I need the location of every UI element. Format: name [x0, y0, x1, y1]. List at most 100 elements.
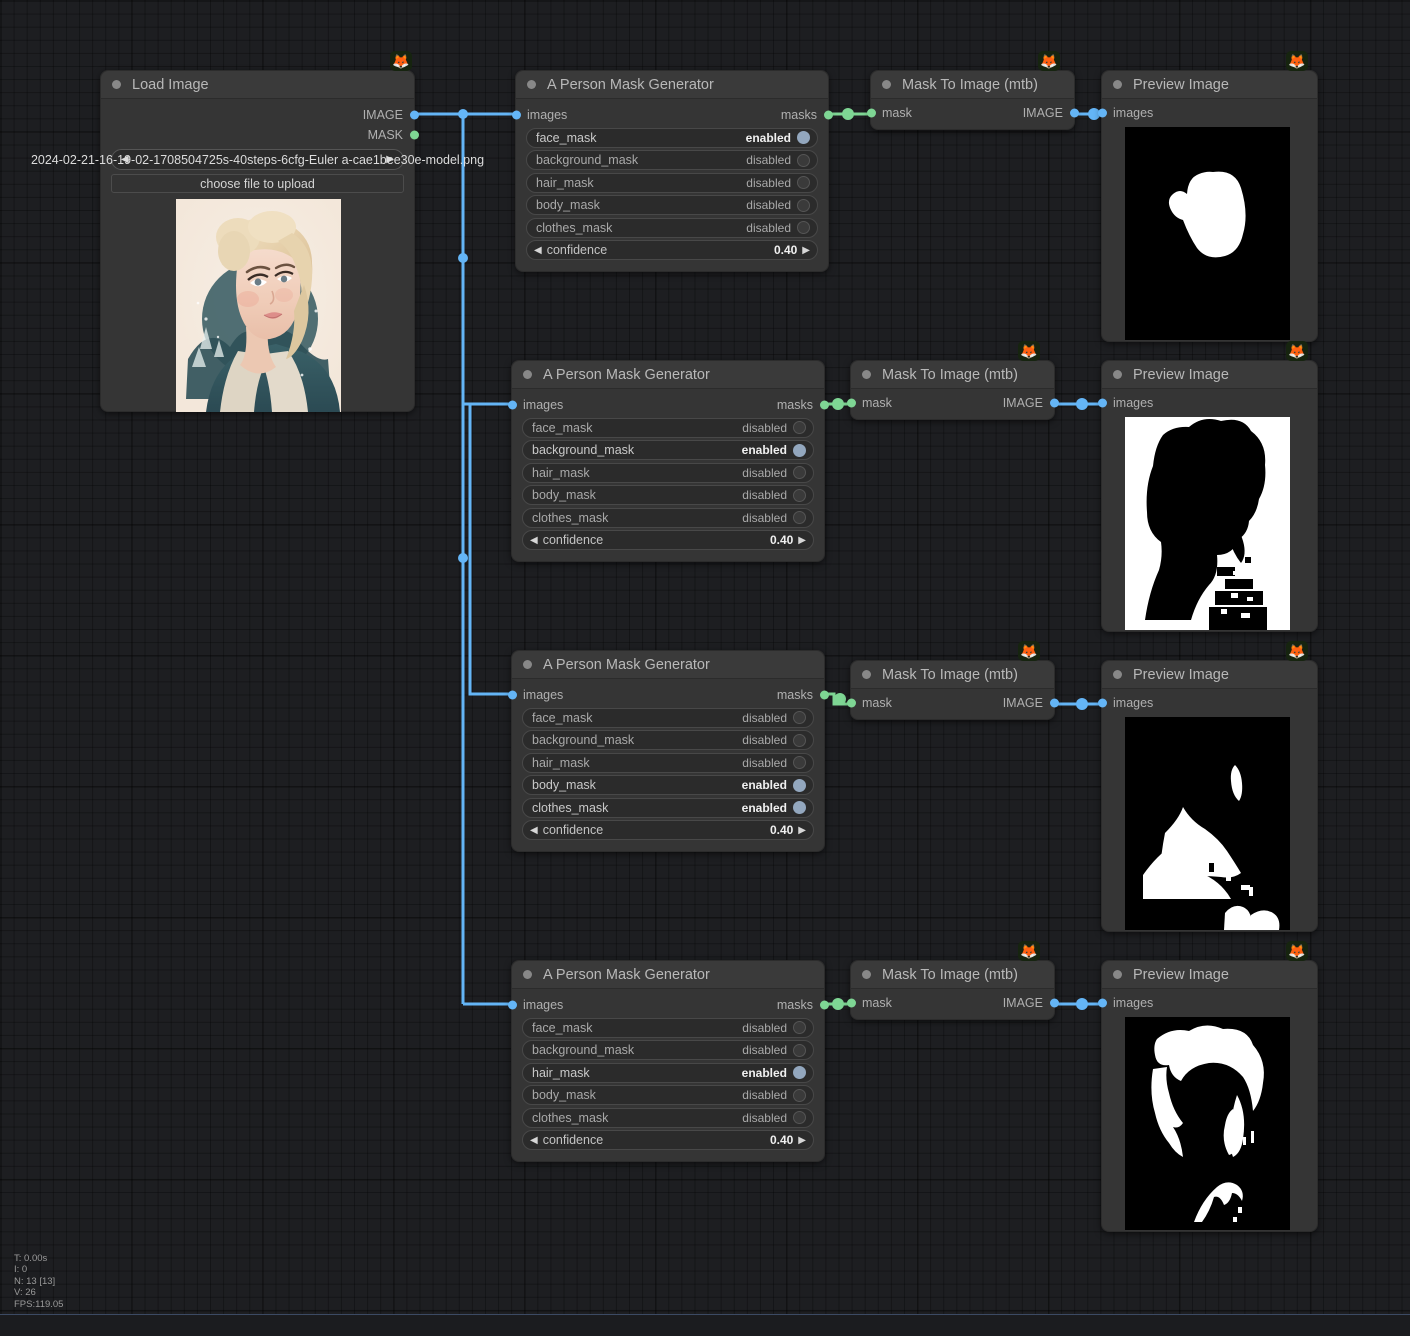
toggle-knob-icon[interactable]	[797, 131, 810, 144]
toggle-knob-icon[interactable]	[793, 1088, 806, 1102]
confidence-increment-icon[interactable]: ▶	[802, 245, 810, 256]
node-mask-to-image-hair[interactable]: Mask To Image (mtb) mask IMAGE	[846, 960, 1059, 1020]
widget-hair-mask[interactable]: hair_mask disabled	[522, 752, 814, 773]
image-filename-combo[interactable]: ◀ 2024-02-21-16-19-02-1708504725s-40step…	[31, 149, 484, 170]
node-collapse-icon[interactable]	[862, 370, 871, 379]
widget-confidence[interactable]: ◀ confidence 0.40 ▶	[522, 820, 814, 840]
widget-clothes-mask[interactable]: clothes_mask disabled	[522, 507, 814, 528]
widget-body-mask[interactable]: body_mask disabled	[522, 485, 814, 505]
prev-image-arrow-icon[interactable]: ◀	[121, 154, 129, 165]
toggle-knob-icon[interactable]	[793, 733, 806, 747]
widget-clothes-mask[interactable]: clothes_mask enabled	[522, 797, 814, 818]
next-image-arrow-icon[interactable]: ▶	[386, 154, 394, 165]
port-in-images[interactable]	[1097, 698, 1107, 708]
port-in-images[interactable]	[1097, 108, 1107, 118]
node-person-mask-generator-background[interactable]: A Person Mask Generator images masks fac…	[507, 360, 829, 562]
confidence-decrement-icon[interactable]: ◀	[534, 245, 542, 256]
node-mask-to-image-face[interactable]: Mask To Image (mtb) mask IMAGE	[866, 70, 1079, 130]
node-title-bar[interactable]: A Person Mask Generator	[512, 961, 824, 989]
widget-confidence[interactable]: ◀ confidence 0.40 ▶	[522, 1130, 814, 1150]
port-out-image[interactable]	[1049, 398, 1059, 408]
confidence-increment-icon[interactable]: ▶	[798, 1135, 806, 1146]
port-in-images[interactable]	[507, 690, 517, 700]
widget-clothes-mask[interactable]: clothes_mask disabled	[526, 217, 818, 238]
node-preview-image-background[interactable]: Preview Image images	[1097, 360, 1318, 632]
widget-body-mask[interactable]: body_mask enabled	[522, 775, 814, 795]
port-in-images[interactable]	[1097, 998, 1107, 1008]
widget-face-mask[interactable]: face_mask disabled	[522, 707, 814, 728]
widget-background-mask[interactable]: background_mask disabled	[522, 1040, 814, 1060]
toggle-knob-icon[interactable]	[793, 711, 806, 724]
toggle-knob-icon[interactable]	[793, 1043, 806, 1057]
node-preview-image-face[interactable]: Preview Image images	[1097, 70, 1318, 342]
toggle-knob-icon[interactable]	[793, 778, 806, 792]
toggle-knob-icon[interactable]	[797, 153, 810, 167]
node-collapse-icon[interactable]	[523, 660, 532, 669]
port-in-mask[interactable]	[846, 398, 856, 408]
port-in-mask[interactable]	[866, 108, 876, 118]
confidence-decrement-icon[interactable]: ◀	[530, 1135, 538, 1146]
node-collapse-icon[interactable]	[1113, 370, 1122, 379]
node-collapse-icon[interactable]	[862, 970, 871, 979]
port-in-images[interactable]	[507, 1000, 517, 1010]
node-title-bar[interactable]: Preview Image	[1102, 71, 1317, 99]
port-out-masks[interactable]	[819, 400, 829, 410]
node-collapse-icon[interactable]	[882, 80, 891, 89]
widget-confidence[interactable]: ◀ confidence 0.40 ▶	[522, 530, 814, 550]
toggle-knob-icon[interactable]	[797, 221, 810, 234]
node-title-bar[interactable]: A Person Mask Generator	[516, 71, 828, 99]
node-collapse-icon[interactable]	[523, 370, 532, 379]
widget-body-mask[interactable]: body_mask disabled	[526, 195, 818, 215]
port-out-masks[interactable]	[819, 690, 829, 700]
port-out-masks[interactable]	[819, 1000, 829, 1010]
toggle-knob-icon[interactable]	[793, 1021, 806, 1034]
node-collapse-icon[interactable]	[527, 80, 536, 89]
toggle-knob-icon[interactable]	[793, 466, 806, 479]
output-slot-image[interactable]: IMAGE	[101, 105, 419, 125]
node-title-bar[interactable]: Preview Image	[1102, 661, 1317, 689]
node-title-bar[interactable]: Mask To Image (mtb)	[851, 661, 1054, 689]
node-mask-to-image-body-clothes[interactable]: Mask To Image (mtb) mask IMAGE	[846, 660, 1059, 720]
port-in-images[interactable]	[507, 400, 517, 410]
toggle-knob-icon[interactable]	[797, 198, 810, 212]
node-collapse-icon[interactable]	[1113, 970, 1122, 979]
port-in-mask[interactable]	[846, 698, 856, 708]
node-preview-image-body-clothes[interactable]: Preview Image images	[1097, 660, 1318, 932]
widget-background-mask[interactable]: background_mask enabled	[522, 440, 814, 460]
port-out-image[interactable]	[409, 110, 419, 120]
toggle-knob-icon[interactable]	[793, 421, 806, 434]
widget-background-mask[interactable]: background_mask disabled	[526, 150, 818, 170]
toggle-knob-icon[interactable]	[793, 801, 806, 814]
node-title-bar[interactable]: A Person Mask Generator	[512, 361, 824, 389]
node-collapse-icon[interactable]	[862, 670, 871, 679]
node-title-bar[interactable]: Preview Image	[1102, 361, 1317, 389]
widget-hair-mask[interactable]: hair_mask disabled	[522, 462, 814, 483]
node-collapse-icon[interactable]	[112, 80, 121, 89]
widget-hair-mask[interactable]: hair_mask enabled	[522, 1062, 814, 1083]
node-title-bar[interactable]: A Person Mask Generator	[512, 651, 824, 679]
choose-file-to-upload-button[interactable]: choose file to upload	[111, 174, 404, 193]
widget-face-mask[interactable]: face_mask disabled	[522, 417, 814, 438]
node-title-bar[interactable]: Preview Image	[1102, 961, 1317, 989]
port-out-image[interactable]	[1049, 698, 1059, 708]
toggle-knob-icon[interactable]	[797, 176, 810, 189]
toggle-knob-icon[interactable]	[793, 1111, 806, 1124]
port-out-mask[interactable]	[409, 130, 419, 140]
widget-background-mask[interactable]: background_mask disabled	[522, 730, 814, 750]
toggle-knob-icon[interactable]	[793, 756, 806, 769]
port-in-mask[interactable]	[846, 998, 856, 1008]
node-title-bar[interactable]: Mask To Image (mtb)	[871, 71, 1074, 99]
node-preview-image-hair[interactable]: Preview Image images	[1097, 960, 1318, 1232]
widget-confidence[interactable]: ◀ confidence 0.40 ▶	[526, 240, 818, 260]
toggle-knob-icon[interactable]	[793, 443, 806, 457]
confidence-increment-icon[interactable]: ▶	[798, 825, 806, 836]
node-title-bar[interactable]: Mask To Image (mtb)	[851, 361, 1054, 389]
toggle-knob-icon[interactable]	[793, 1066, 806, 1079]
output-slot-mask[interactable]: MASK	[101, 125, 419, 145]
node-collapse-icon[interactable]	[1113, 80, 1122, 89]
node-collapse-icon[interactable]	[1113, 670, 1122, 679]
confidence-increment-icon[interactable]: ▶	[798, 535, 806, 546]
widget-hair-mask[interactable]: hair_mask disabled	[526, 172, 818, 193]
node-person-mask-generator-hair[interactable]: A Person Mask Generator images masks fac…	[507, 960, 829, 1162]
node-person-mask-generator-face[interactable]: A Person Mask Generator images masks fac…	[511, 70, 833, 272]
